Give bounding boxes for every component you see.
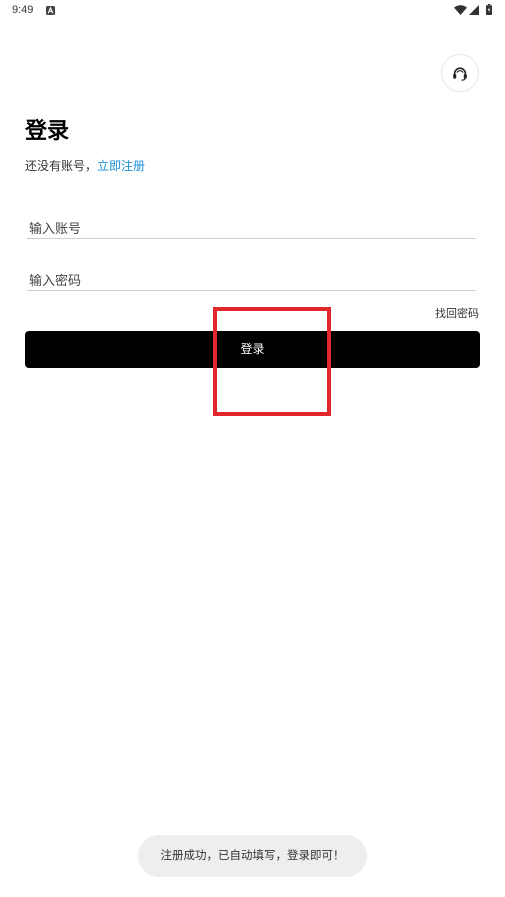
login-screen: 9:49 登录 还没有账号，立即注册 输入账号 找回密码 登录 注册成功，已自动… [0, 0, 505, 897]
customer-service-button[interactable] [441, 54, 479, 92]
account-input[interactable] [27, 218, 476, 239]
battery-icon [486, 4, 492, 15]
signal-icon [469, 5, 479, 15]
no-account-text: 还没有账号， [25, 159, 98, 173]
forgot-password-link[interactable]: 找回密码 [435, 307, 479, 321]
wifi-icon [454, 5, 467, 15]
notification-a-icon [46, 6, 55, 15]
status-time: 9:49 [12, 4, 34, 16]
page-title: 登录 [25, 118, 70, 143]
register-prompt: 还没有账号，立即注册 [25, 158, 145, 174]
login-button[interactable]: 登录 [25, 331, 480, 368]
headset-icon [453, 66, 467, 81]
register-link[interactable]: 立即注册 [97, 159, 145, 173]
password-input[interactable] [27, 270, 476, 291]
toast-message: 注册成功，已自动填写，登录即可！ [138, 835, 367, 877]
